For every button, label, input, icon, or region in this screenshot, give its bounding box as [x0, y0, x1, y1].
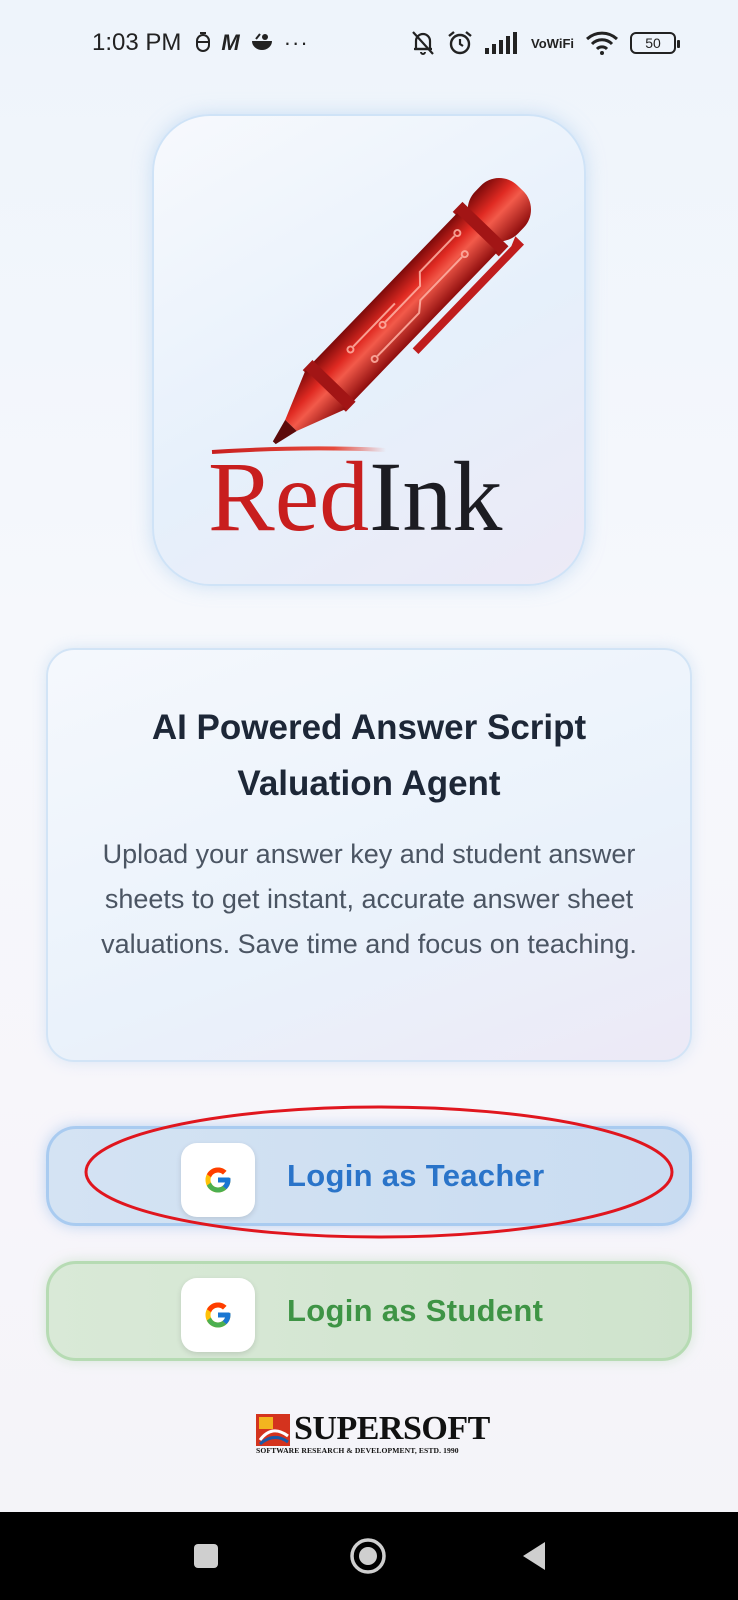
status-left: 1:03 PM M ···	[92, 29, 309, 57]
vowifi-icon: Vo WiFi	[531, 35, 574, 51]
wifi-icon	[586, 31, 618, 55]
info-card: AI Powered Answer Script Valuation Agent…	[46, 648, 692, 1062]
login-student-button[interactable]: Login as Student	[46, 1261, 692, 1361]
status-bar: 1:03 PM M ··· Vo WiFi 50	[0, 0, 738, 86]
login-teacher-button[interactable]: Login as Teacher	[46, 1126, 692, 1226]
supersoft-mark-icon	[256, 1414, 290, 1446]
redink-pen-illustration: RedInk	[208, 178, 532, 552]
brand-wordmark: RedInk	[208, 441, 502, 552]
alarm-icon	[447, 30, 473, 56]
info-title: AI Powered Answer Script Valuation Agent	[151, 708, 587, 803]
brand-part-red: Red	[208, 441, 369, 552]
recents-icon	[194, 1544, 218, 1568]
supersoft-logo: SUPERSOFT SOFTWARE RESEARCH & DEVELOPMEN…	[256, 1410, 490, 1460]
status-time: 1:03 PM	[92, 29, 182, 56]
login-teacher-label: Login as Teacher	[287, 1158, 545, 1193]
back-icon	[523, 1542, 545, 1570]
home-icon	[350, 1538, 386, 1574]
google-icon	[181, 1278, 255, 1352]
supersoft-name: SUPERSOFT	[294, 1410, 490, 1447]
app-logo-card: RedInk	[152, 114, 586, 586]
notification-icon	[195, 32, 211, 54]
home-button[interactable]	[346, 1512, 390, 1600]
back-button[interactable]	[512, 1512, 556, 1600]
signal-icon	[485, 32, 519, 54]
login-student-label: Login as Student	[287, 1293, 544, 1328]
supersoft-tagline: SOFTWARE RESEARCH & DEVELOPMENT, ESTD. 1…	[256, 1446, 459, 1455]
system-nav-bar	[0, 1512, 738, 1600]
bowl-app-icon	[250, 33, 274, 53]
recents-button[interactable]	[184, 1512, 228, 1600]
battery-icon: 50	[630, 32, 680, 54]
more-dots-icon: ···	[283, 30, 309, 55]
bell-muted-icon	[411, 30, 435, 56]
status-right: Vo WiFi 50	[411, 30, 680, 56]
m-app-icon: M	[221, 30, 240, 55]
info-description: Upload your answer key and student answe…	[101, 839, 637, 959]
google-icon	[181, 1143, 255, 1217]
brand-part-ink: Ink	[369, 441, 502, 552]
